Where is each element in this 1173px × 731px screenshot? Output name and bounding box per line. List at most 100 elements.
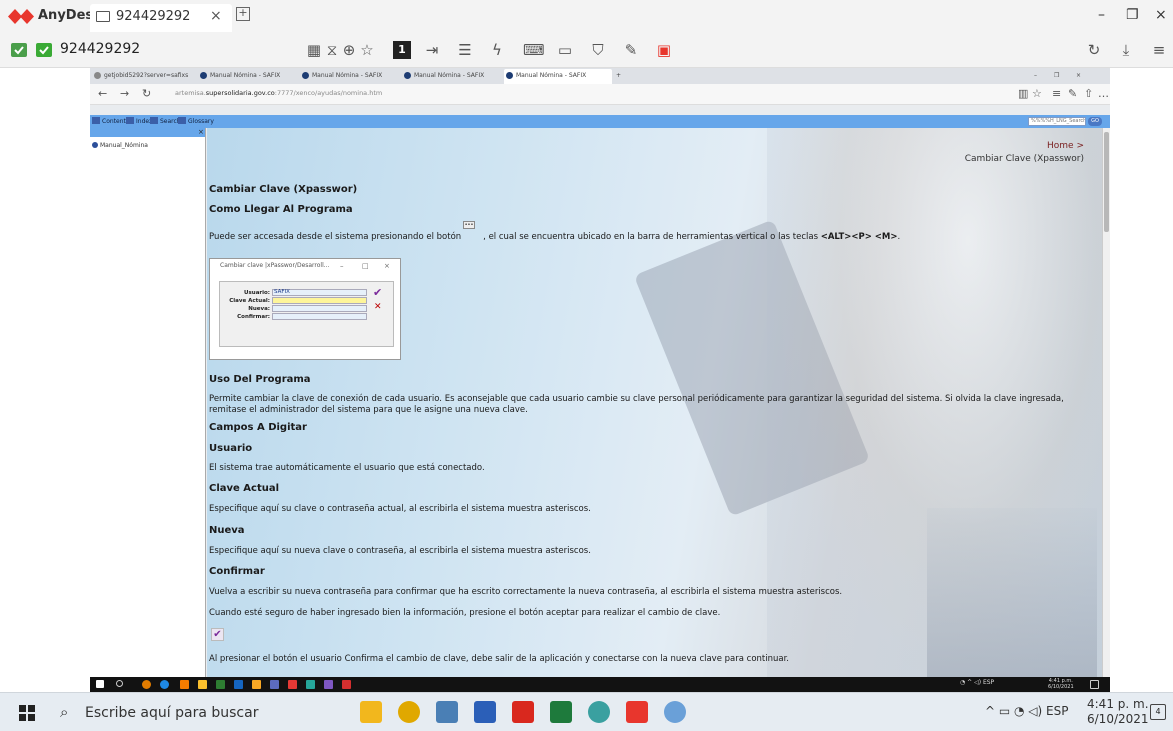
acrobat-icon[interactable]	[512, 701, 534, 723]
anydesk-logo-icon	[8, 9, 34, 24]
shield-icon[interactable]: ⛉	[589, 41, 607, 59]
excel-icon[interactable]	[216, 680, 225, 689]
scrollbar-thumb[interactable]	[1104, 132, 1109, 232]
chrome-icon[interactable]	[398, 701, 420, 723]
system-tray: ^ ▭ ◔ ◁) ESP	[985, 704, 1069, 718]
windows-start-icon[interactable]	[19, 705, 35, 721]
excel-icon[interactable]	[550, 701, 572, 723]
minimize-button[interactable]: –	[1098, 7, 1105, 23]
content-scrollbar[interactable]	[1102, 128, 1110, 692]
new-tab-button[interactable]: +	[236, 7, 250, 21]
word-icon[interactable]	[234, 680, 243, 689]
book-icon	[92, 117, 100, 124]
help-search-input[interactable]: %%%%H_LNG_Search%%	[1028, 117, 1086, 126]
contents-button[interactable]: Contents	[92, 116, 129, 127]
history-icon[interactable]: ↻	[1085, 41, 1103, 59]
download-icon[interactable]: ⤓	[1117, 41, 1135, 59]
share-icon[interactable]: ⇧	[1084, 87, 1093, 100]
paragraph-como-llegar: Puede ser accesada desde el sistema pres…	[209, 232, 901, 242]
firefox-icon[interactable]	[180, 680, 189, 689]
acrobat-icon[interactable]	[342, 680, 351, 689]
clock[interactable]: 4:41 p. m. 6/10/2021	[1087, 697, 1149, 727]
notifications-icon[interactable]: 4	[1150, 704, 1166, 720]
app-icon[interactable]	[252, 680, 261, 689]
search-button[interactable]: Search	[150, 116, 181, 127]
toc-close-button[interactable]: ×	[198, 128, 204, 136]
remote-screen[interactable]: getjobid5292?server=safixs Manual Nómina…	[90, 68, 1110, 692]
explorer-icon[interactable]	[198, 680, 207, 689]
favorite-icon[interactable]: ☆	[1032, 87, 1042, 100]
remote-taskbar: ◔ ^ ◁) ESP 4:41 p.m. 6/10/2021	[90, 677, 1110, 692]
browser-tab-active[interactable]: Manual Nómina - SAFIX	[504, 69, 612, 84]
remote-start-icon[interactable]	[96, 680, 104, 688]
usuario-field: SAFIX	[272, 289, 367, 296]
new-tab-button[interactable]: +	[614, 69, 628, 84]
page-icon	[94, 72, 101, 79]
privacy-icon[interactable]: ▦	[305, 41, 323, 59]
app-icon[interactable]	[664, 701, 686, 723]
close-button[interactable]: ×	[1076, 69, 1088, 84]
hourglass-icon[interactable]: ⧖	[323, 41, 341, 59]
tab-close-button[interactable]: ×	[210, 8, 222, 24]
dialog-body: Usuario: SAFIX Clave Actual: Nueva: Conf…	[219, 281, 394, 347]
browser-tab[interactable]: Manual Nómina - SAFIX	[300, 69, 400, 84]
restore-button[interactable]: ❐	[1054, 69, 1066, 84]
display-icon[interactable]: ▭	[556, 41, 574, 59]
anydesk-icon[interactable]	[626, 701, 648, 723]
address-bar[interactable]: artemisa.supersolidaria.gov.co:7777/xenc…	[175, 89, 382, 97]
monitor-1-button[interactable]: 1	[393, 41, 411, 59]
remote-notifications-icon[interactable]	[1090, 680, 1099, 689]
anydesk-icon[interactable]	[288, 680, 297, 689]
taskbar-search-input[interactable]: Escribe aquí para buscar	[85, 705, 258, 721]
browser-tab[interactable]: Manual Nómina - SAFIX	[198, 69, 298, 84]
forward-icon[interactable]: →	[120, 87, 129, 100]
file-explorer-icon[interactable]	[360, 701, 382, 723]
dialog-restore-icon: □	[362, 262, 369, 270]
word-icon[interactable]	[474, 701, 496, 723]
remote-search-icon[interactable]	[116, 680, 123, 687]
notes-icon[interactable]: ✎	[1068, 87, 1077, 100]
more-icon[interactable]: …	[1098, 87, 1109, 100]
switch-side-icon[interactable]: ⇥	[423, 41, 441, 59]
actions-icon[interactable]: ϟ	[488, 41, 506, 59]
app-icon[interactable]	[324, 680, 333, 689]
confirmar-label: Confirmar:	[237, 314, 270, 320]
star-icon[interactable]: ☆	[358, 41, 376, 59]
dialog-minimize-icon: –	[340, 262, 344, 270]
go-button[interactable]: GO	[1088, 117, 1102, 126]
chrome-icon[interactable]	[142, 680, 151, 689]
close-button[interactable]: ×	[1155, 7, 1167, 23]
menu-icon[interactable]: ≡	[1150, 41, 1168, 59]
breadcrumb-home-link[interactable]: Home >	[965, 140, 1084, 153]
hub-icon[interactable]: ≡	[1052, 87, 1061, 100]
edge-icon[interactable]	[160, 680, 169, 689]
screenshot-icon[interactable]: ▣	[655, 41, 673, 59]
reading-view-icon[interactable]: ▥	[1018, 87, 1028, 100]
search-icon[interactable]: ⌕	[60, 703, 68, 721]
app-icon[interactable]	[588, 701, 610, 723]
lock-icon[interactable]: ⊕	[340, 41, 358, 59]
minimize-button[interactable]: –	[1034, 69, 1046, 84]
browser-tab[interactable]: Manual Nómina - SAFIX	[402, 69, 502, 84]
restore-button[interactable]: ❐	[1126, 7, 1139, 23]
toc-item-manual-nomina[interactable]: Manual_Nómina	[92, 142, 148, 149]
back-icon[interactable]: ←	[98, 87, 107, 100]
index-button[interactable]: Index	[126, 116, 153, 127]
app-icon[interactable]	[436, 701, 458, 723]
paragraph-usuario: El sistema trae automáticamente el usuar…	[209, 463, 485, 473]
dialog-screenshot: Cambiar clave |xPasswor/Desarroll... – □…	[209, 258, 401, 360]
glossary-button[interactable]: Glossary	[178, 116, 214, 127]
refresh-icon[interactable]: ↻	[142, 87, 151, 100]
heading-campos: Campos A Digitar	[209, 422, 307, 433]
draw-icon[interactable]: ✎	[622, 41, 640, 59]
index-icon	[126, 117, 134, 124]
app-icon[interactable]	[306, 680, 315, 689]
glossary-icon	[178, 117, 186, 124]
anydesk-toolbar: 924429292 ▦ ⧖ ⊕ ☆ 1 ⇥ ☰ ϟ ⌨ ▭ ⛉ ✎ ▣ ↻ ⤓ …	[0, 32, 1173, 68]
browser-tab[interactable]: getjobid5292?server=safixs	[92, 69, 196, 84]
app-icon[interactable]	[270, 680, 279, 689]
keyboard-icon[interactable]: ⌨	[523, 41, 545, 59]
chat-icon[interactable]: ☰	[456, 41, 474, 59]
background-city-image	[927, 508, 1097, 692]
session-tab[interactable]: 924429292 ×	[90, 4, 232, 32]
